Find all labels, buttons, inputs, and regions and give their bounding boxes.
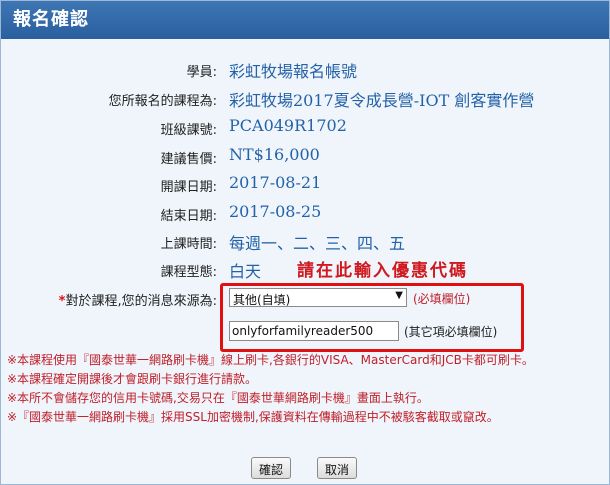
note-item: ※本課程使用『國泰世華一網路刷卡機』線上刷卡,各銀行的VISA、MasterCa… [7, 353, 534, 367]
page-title: 報名確認 [13, 9, 89, 30]
source-select[interactable]: 其他(自填) ▼ [229, 288, 407, 307]
required-note: (必填欄位) [413, 292, 471, 306]
confirm-panel: 報名確認 學員: 彩虹牧場報名帳號 您所報名的課程為: 彩虹牧場2017夏令成長… [0, 0, 610, 485]
field-label: 上課時間: [160, 237, 217, 252]
field-label: 開課日期: [160, 180, 217, 195]
field-label: 班級課號: [160, 123, 217, 138]
field-value: 每週一、二、三、四、五 [229, 234, 406, 253]
note-item: ※『國泰世華一網路刷卡機』採用SSL加密機制,保護資料在傳輸過程中不被駭客截取或… [7, 410, 499, 424]
notes-list: ※本課程使用『國泰世華一網路刷卡機』線上刷卡,各銀行的VISA、MasterCa… [7, 351, 605, 427]
cancel-button[interactable]: 取消 [317, 457, 357, 479]
field-value: NT$16,000 [229, 145, 320, 164]
note-item: ※本課程確定開課後才會跟刷卡銀行進行請款。 [7, 372, 258, 386]
source-label-wrap: *對於課程,您的消息來源為: [59, 290, 217, 309]
panel-header: 報名確認 [1, 1, 609, 39]
note-item: ※本所不會儲存您的信用卡號碼,交易只在『國泰世華網路刷卡機』畫面上執行。 [7, 391, 429, 405]
field-value: 2017-08-25 [229, 202, 322, 221]
field-label: 您所報名的課程為: [108, 94, 217, 109]
field-row-start-date: 開課日期: 2017-08-21 [1, 172, 609, 198]
field-value: PCA049R1702 [229, 116, 347, 135]
field-value: 彩虹牧場報名帳號 [229, 62, 358, 81]
chevron-down-icon: ▼ [395, 290, 403, 301]
button-bar: 確認 取消 [1, 457, 609, 481]
field-label: 學員: [186, 65, 217, 80]
other-source-input[interactable]: onlyforfamilyreader500 [229, 321, 399, 341]
promo-code-hint: 請在此輸入優惠代碼 [297, 261, 468, 281]
field-value: 彩虹牧場2017夏令成長營-IOT 創客實作營 [229, 91, 535, 110]
field-row-student: 學員: 彩虹牧場報名帳號 [1, 57, 609, 83]
confirm-button[interactable]: 確認 [251, 457, 291, 479]
field-value: 2017-08-21 [229, 173, 322, 192]
field-row-course: 您所報名的課程為: 彩虹牧場2017夏令成長營-IOT 創客實作營 [1, 86, 609, 112]
field-row-price: 建議售價: NT$16,000 [1, 144, 609, 170]
field-label: 建議售價: [160, 152, 217, 167]
source-label: 對於課程,您的消息來源為: [65, 294, 217, 309]
field-label: 課程型態: [160, 265, 217, 280]
field-row-end-date: 結束日期: 2017-08-25 [1, 201, 609, 227]
field-value: 白天 [229, 262, 262, 281]
other-required-note: (其它項必填欄位) [404, 325, 498, 339]
field-row-schedule: 上課時間: 每週一、二、三、四、五 [1, 229, 609, 255]
field-label: 結束日期: [160, 209, 217, 224]
field-row-class-code: 班級課號: PCA049R1702 [1, 115, 609, 141]
source-selected-option: 其他(自填) [233, 293, 291, 307]
